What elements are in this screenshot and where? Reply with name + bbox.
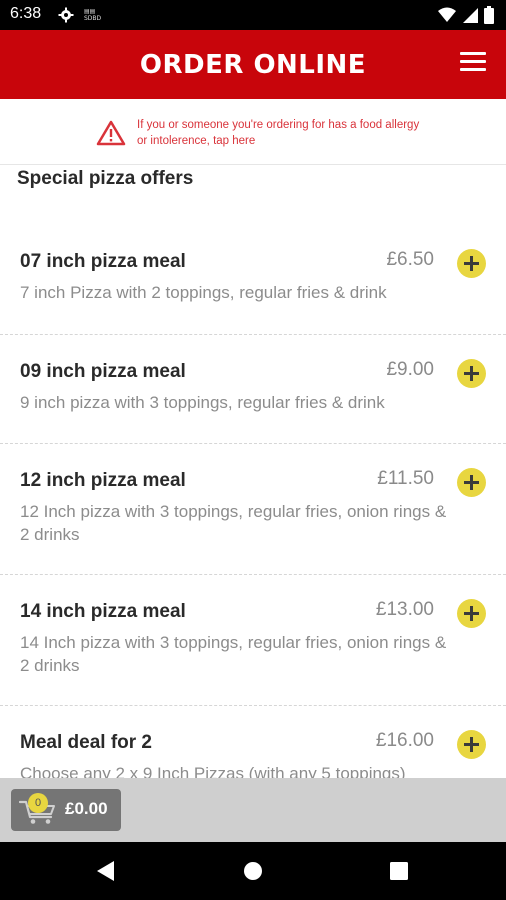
menu-item[interactable]: Meal deal for 2 £16.00 Choose any 2 x 9 …	[0, 706, 506, 778]
menu-item[interactable]: 14 inch pizza meal £13.00 14 Inch pizza …	[0, 575, 506, 706]
item-description: 12 Inch pizza with 3 toppings, regular f…	[20, 502, 447, 544]
item-name: 07 inch pizza meal	[20, 251, 186, 272]
back-icon[interactable]	[96, 860, 116, 886]
add-item-button[interactable]	[457, 249, 486, 278]
menu-item[interactable]: 07 inch pizza meal £6.50 7 inch Pizza wi…	[0, 225, 506, 335]
item-price: £16.00	[375, 730, 434, 751]
item-price: £9.00	[386, 359, 434, 380]
cart-count-badge: 0	[28, 793, 48, 813]
cart-total: £0.00	[65, 799, 108, 818]
plus-icon	[464, 737, 479, 752]
cart-bar: 0 £0.00	[0, 778, 506, 842]
item-description: 9 inch pizza with 3 toppings, regular fr…	[20, 393, 385, 412]
item-name: 09 inch pizza meal	[20, 361, 186, 382]
status-bar: 6:38 ▤▤ SDBD	[0, 0, 506, 30]
warning-triangle-icon	[96, 120, 126, 150]
hamburger-icon-line	[460, 52, 486, 55]
recents-icon[interactable]	[390, 862, 408, 884]
item-description: 14 Inch pizza with 3 toppings, regular f…	[20, 633, 447, 675]
item-description: 7 inch Pizza with 2 toppings, regular fr…	[20, 283, 387, 302]
allergy-notice-text: If you or someone you're ordering for ha…	[137, 119, 420, 147]
item-price: £13.00	[375, 599, 434, 620]
plus-icon	[464, 366, 479, 381]
add-item-button[interactable]	[457, 359, 486, 388]
hamburger-icon-line	[460, 68, 486, 71]
add-item-button[interactable]	[457, 599, 486, 628]
plus-icon	[464, 606, 479, 621]
plus-icon	[464, 256, 479, 271]
cart-button[interactable]: 0 £0.00	[11, 789, 121, 831]
plus-icon	[464, 475, 479, 490]
item-description: Choose any 2 x 9 Inch Pizzas (with any 5…	[20, 764, 406, 778]
item-name: 14 inch pizza meal	[20, 601, 186, 622]
battery-icon	[484, 6, 494, 28]
app-header: ORDER ONLINE	[0, 30, 506, 99]
system-navigation-bar	[0, 842, 506, 900]
signal-icon	[462, 7, 478, 27]
status-mini-text-1: ▤▤	[84, 8, 96, 15]
section-title: Special pizza offers	[17, 168, 194, 189]
item-name: 12 inch pizza meal	[20, 470, 186, 491]
menu-item[interactable]: 12 inch pizza meal £11.50 12 Inch pizza …	[0, 444, 506, 575]
page-title: ORDER ONLINE	[139, 50, 367, 80]
home-icon[interactable]	[243, 861, 263, 885]
menu-item[interactable]: 09 inch pizza meal £9.00 9 inch pizza wi…	[0, 335, 506, 444]
item-price: £11.50	[377, 468, 434, 489]
add-item-button[interactable]	[457, 468, 486, 497]
status-mini-icon: ▤▤ SDBD	[84, 8, 101, 22]
item-price: £6.50	[386, 249, 434, 270]
hamburger-icon-line	[460, 60, 486, 63]
status-time: 6:38	[10, 5, 42, 22]
hamburger-menu-button[interactable]	[460, 52, 486, 74]
item-name: Meal deal for 2	[20, 732, 152, 753]
add-item-button[interactable]	[457, 730, 486, 759]
allergy-notice-link[interactable]: If you or someone you're ordering for ha…	[0, 99, 506, 165]
status-mini-text-2: SDBD	[84, 15, 102, 22]
settings-gear-icon	[58, 7, 74, 27]
wifi-icon	[438, 7, 456, 27]
menu-item-list[interactable]: 07 inch pizza meal £6.50 7 inch Pizza wi…	[0, 225, 506, 778]
